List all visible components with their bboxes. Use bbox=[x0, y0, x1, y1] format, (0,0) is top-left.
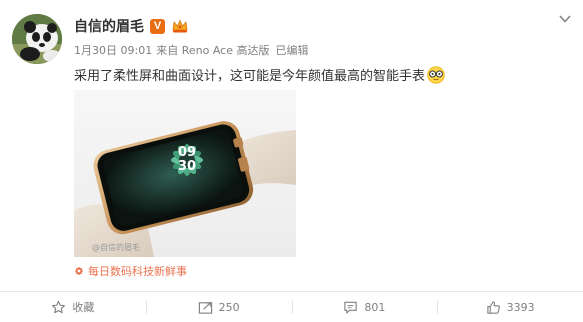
glasses-emoji-icon bbox=[427, 65, 445, 84]
favorite-button[interactable]: 收藏 bbox=[0, 292, 146, 322]
thumbs-up-icon bbox=[486, 300, 500, 314]
smartwatch-photo: 09 30 bbox=[74, 90, 296, 257]
topic-label[interactable]: 每日数码科技新鲜事 bbox=[88, 263, 187, 279]
favorite-label: 收藏 bbox=[72, 301, 95, 314]
weibo-post-card: 自信的眉毛 V 1月30日 09:01 来自 Reno Ace 高达版 已编辑 … bbox=[0, 0, 583, 322]
flower-icon bbox=[75, 267, 83, 275]
repost-count: 250 bbox=[218, 300, 240, 314]
avatar[interactable] bbox=[12, 14, 62, 64]
comment-button[interactable]: 801 bbox=[291, 292, 438, 322]
post-date[interactable]: 1月30日 09:01 bbox=[74, 42, 152, 58]
star-icon bbox=[52, 300, 66, 313]
post-text: 采用了柔性屏和曲面设计，这可能是今年颜值最高的智能手表 bbox=[74, 65, 445, 84]
panda-avatar-image bbox=[12, 14, 62, 64]
post-text-content: 采用了柔性屏和曲面设计，这可能是今年颜值最高的智能手表 bbox=[74, 69, 426, 84]
watch-minute-text: 30 bbox=[178, 159, 196, 174]
watch-hour-text: 09 bbox=[178, 145, 196, 160]
repost-button[interactable]: 250 bbox=[145, 292, 292, 322]
repost-icon bbox=[198, 301, 212, 314]
image-watermark: @自信的眉毛 bbox=[92, 243, 140, 252]
author-name[interactable]: 自信的眉毛 bbox=[74, 16, 144, 36]
edited-label[interactable]: 已编辑 bbox=[275, 42, 308, 58]
post-image[interactable]: 09 30 bbox=[74, 90, 296, 257]
member-crown-icon[interactable] bbox=[171, 18, 189, 34]
post-source[interactable]: 来自 Reno Ace 高达版 bbox=[156, 42, 269, 58]
action-bar: 收藏 250 801 3393 bbox=[0, 292, 583, 322]
like-count: 3393 bbox=[506, 300, 535, 314]
topic-link[interactable]: 每日数码科技新鲜事 bbox=[73, 263, 187, 279]
comment-count: 801 bbox=[364, 300, 386, 314]
comment-icon bbox=[344, 301, 358, 313]
chevron-down-icon[interactable] bbox=[559, 14, 571, 24]
verified-badge[interactable]: V bbox=[150, 18, 165, 34]
author-row: 自信的眉毛 V bbox=[74, 17, 189, 35]
post-meta: 1月30日 09:01 来自 Reno Ace 高达版 已编辑 bbox=[74, 42, 308, 58]
like-button[interactable]: 3393 bbox=[437, 292, 583, 322]
